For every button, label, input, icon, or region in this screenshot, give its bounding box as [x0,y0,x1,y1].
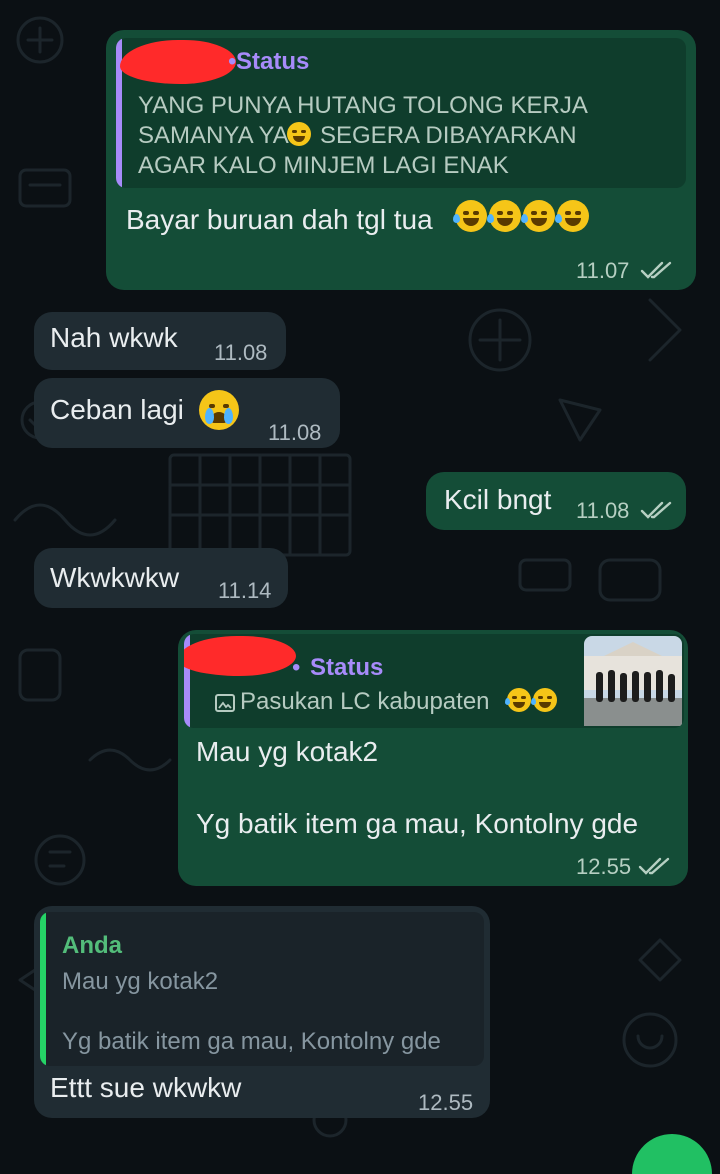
rolling-on-floor-laughing-emoji [453,200,487,232]
message-bubble-outgoing[interactable]: Kcil bngt 11.08 [426,472,686,530]
message-text: Nah wkwk [50,322,178,353]
message-time: 11.08 [268,420,322,445]
message-text: Kcil bngt [444,484,552,515]
loudly-crying-face-emoji [199,390,239,430]
redacted-author-name [184,636,296,676]
message-text: Yg batik item ga mau, Kontolny gde [196,808,639,839]
rolling-on-floor-laughing-emoji [555,200,589,232]
quote-line: Mau yg kotak2 [62,968,219,995]
quote-author: Anda [62,932,122,959]
message-time: 12.55 [418,1090,474,1115]
quote-line: SEGERA DIBAYARKAN [320,122,577,149]
status-thumbnail[interactable] [584,636,682,726]
message-text: Ceban lagi [50,394,184,425]
quoted-status[interactable]: Status • YANG PUNYA HUTANG TOLONG KERJA … [116,38,686,188]
read-ticks-icon [638,857,670,875]
message-bubble-outgoing[interactable]: • Status Pasukan LC kabupaten Mau yg kot… [178,630,688,886]
message-bubble-incoming[interactable]: Ceban lagi 11.08 [34,378,340,448]
emoji-group [453,200,590,232]
message-text: Mau yg kotak2 [196,736,379,767]
quoted-message[interactable]: Anda Mau yg kotak2 Yg batik item ga mau,… [40,912,484,1066]
message-time: 11.08 [214,340,268,365]
message-bubble-incoming[interactable]: Wkwkwkw 11.14 [34,548,288,608]
rolling-on-floor-laughing-emoji [505,688,531,712]
quote-line: YANG PUNYA HUTANG TOLONG KERJA [138,92,588,119]
message-bubble-incoming[interactable]: Nah wkwk 11.08 [34,312,286,370]
quoted-status[interactable]: • Status Pasukan LC kabupaten [184,634,684,728]
rolling-on-floor-laughing-emoji [487,200,521,232]
message-bubble-outgoing[interactable]: Status • YANG PUNYA HUTANG TOLONG KERJA … [106,30,696,290]
message-time: 11.14 [218,578,272,603]
rolling-on-floor-laughing-emoji [531,688,557,712]
message-time: 11.08 [576,498,630,523]
emoji-group [505,688,558,712]
quote-caption: Pasukan LC kabupaten [240,688,490,715]
message-text: Wkwkwkw [50,562,180,593]
read-ticks-icon [640,261,672,279]
quote-separator-dot: • [292,654,301,681]
quote-line: SAMANYA YA [138,122,289,149]
scroll-to-bottom-button[interactable] [632,1134,712,1174]
message-time: 11.07 [576,258,630,283]
message-bubble-incoming[interactable]: Anda Mau yg kotak2 Yg batik item ga mau,… [34,906,490,1118]
quote-author: Status [310,654,384,681]
quote-line: Yg batik item ga mau, Kontolny gde [62,1028,441,1055]
message-text: Bayar buruan dah tgl tua [126,204,433,235]
message-time: 12.55 [576,854,632,879]
quote-author: Status [236,48,310,75]
message-text: Ettt sue wkwkw [50,1072,242,1103]
quote-accent-bar [40,912,46,1066]
photo-icon [215,694,235,712]
grinning-face-emoji [287,122,311,146]
redacted-author-name [120,40,236,84]
quote-separator-dot: • [228,48,237,75]
read-ticks-icon [640,501,672,519]
quote-line: AGAR KALO MINJEM LAGI ENAK [138,152,509,179]
rolling-on-floor-laughing-emoji [521,200,555,232]
